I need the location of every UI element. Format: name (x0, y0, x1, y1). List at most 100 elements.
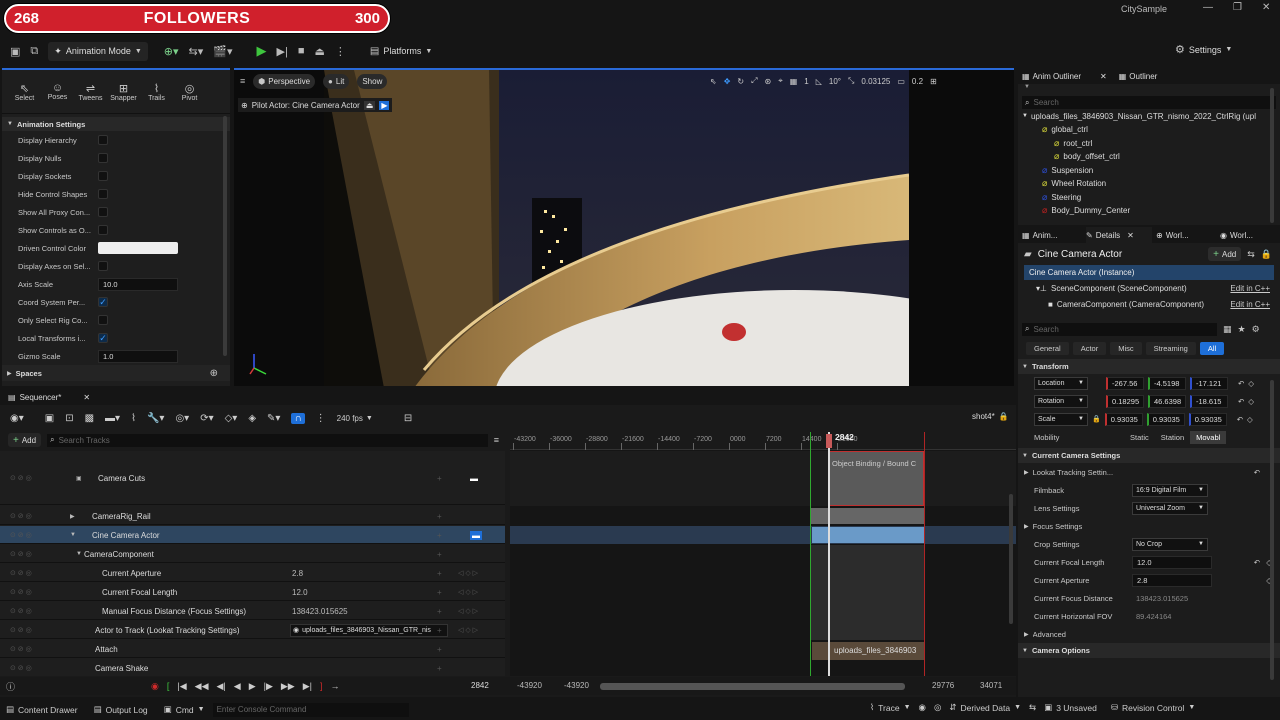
setting-value[interactable]: 10.0 (98, 277, 178, 291)
record-icon[interactable]: ◉ (151, 681, 159, 692)
checkbox[interactable] (98, 135, 108, 145)
camera-options-header[interactable]: ▼ Camera Options (1018, 643, 1280, 658)
mobility-option[interactable]: Static (1124, 431, 1155, 444)
mode-dropdown[interactable]: ✦ Animation Mode ▼ (48, 41, 148, 61)
checkbox[interactable] (98, 153, 108, 163)
viewport-menu-icon[interactable]: ≡ (240, 76, 245, 86)
key-nav-icon[interactable]: ◁ ◇ ▷ (458, 607, 478, 615)
curve-editor-icon[interactable]: ⌇ (131, 413, 136, 424)
mobility-option[interactable]: Station (1155, 431, 1190, 444)
settings-dropdown[interactable]: ⚙ Settings ▼ (1175, 43, 1232, 56)
outliner-item[interactable]: ⌀ global_ctrl (1018, 123, 1280, 137)
track-expander-icon[interactable]: ▣ (76, 475, 82, 482)
sync-icon[interactable]: ⇆ (1029, 702, 1036, 713)
source-control-icon[interactable]: ⧉ (30, 45, 38, 58)
camera-toggle-icon[interactable]: ▬ (470, 530, 482, 540)
track-row[interactable]: ⊙ ⊘ ◎ Current Focal Length 12.0 + ◁ ◇ ▷ (0, 583, 505, 601)
scale-snap-value[interactable]: 0.03125 (861, 77, 890, 86)
close-icon[interactable]: ✕ (1100, 72, 1107, 81)
track-value[interactable]: 138423.015625 (292, 607, 348, 616)
timeline-scrollbar[interactable] (1009, 494, 1013, 624)
track-controls-icon[interactable]: ⊙ ⊘ ◎ (10, 550, 32, 558)
close-icon[interactable]: ✕ (1127, 231, 1134, 240)
render-movie-icon[interactable]: ▩ (85, 413, 94, 424)
track-value[interactable]: 12.0 (292, 588, 308, 597)
auto-key-icon[interactable]: ◈ (248, 413, 256, 424)
filter-general[interactable]: General (1026, 341, 1069, 355)
maximize-icon[interactable]: ❐ (1233, 2, 1242, 13)
track-row[interactable]: ⊙ ⊘ ◎ Manual Focus Distance (Focus Settin… (0, 602, 505, 620)
jump-end-icon[interactable]: ▶| (303, 681, 312, 692)
instance-row[interactable]: Cine Camera Actor (Instance) (1024, 265, 1274, 280)
cmd-dropdown[interactable]: ▣ Cmd ▼ (164, 704, 205, 715)
track-controls-icon[interactable]: ⊙ ⊘ ◎ (10, 626, 32, 634)
checkbox[interactable] (98, 189, 108, 199)
console-input[interactable]: Enter Console Command (212, 702, 409, 717)
reset-icon[interactable]: ↶ (1254, 558, 1260, 567)
spaces-header[interactable]: ▶ Spaces ⊕ (2, 365, 230, 381)
star-icon[interactable]: ★ (1238, 324, 1246, 335)
range-end-view[interactable]: 29776 (932, 681, 954, 690)
tab-outliner[interactable]: ▦ Outliner (1119, 72, 1158, 81)
content-drawer-button[interactable]: ▤ Content Drawer (6, 704, 78, 715)
minimize-icon[interactable]: — (1203, 2, 1213, 13)
more-options-icon[interactable]: ⋮ (335, 45, 346, 58)
filter-actor[interactable]: Actor (1072, 341, 1107, 355)
edit-cpp-link[interactable]: Edit in C++ (1230, 284, 1270, 293)
filter-streaming[interactable]: Streaming (1145, 341, 1196, 355)
rotation-x-field[interactable]: 0.18295 (1106, 394, 1144, 408)
anim-settings-header[interactable]: ▼ Animation Settings (2, 117, 230, 131)
location-y-field[interactable]: -4.5198 (1148, 376, 1186, 390)
world-icon[interactable]: ◉▾ (10, 413, 24, 424)
checkbox[interactable] (98, 171, 108, 181)
scale-y-field[interactable]: 0.93035 (1146, 412, 1185, 426)
add-content-icon[interactable]: ⊕▾ (164, 45, 179, 58)
add-key-icon[interactable]: + (437, 626, 442, 635)
camera-toggle-icon[interactable]: ▬ (470, 474, 478, 483)
rotation-snap-value[interactable]: 10° (829, 77, 841, 86)
filter-icon[interactable]: ≡ (494, 435, 499, 445)
outliner-item[interactable]: ⌀ root_ctrl (1018, 137, 1280, 151)
camera-lock-icon[interactable]: ▶ (379, 100, 390, 110)
jump-start-icon[interactable]: |◀ (177, 681, 186, 692)
fps-dropdown[interactable]: 240 fps ▼ (337, 414, 373, 423)
camera-speed-value[interactable]: 0.2 (912, 77, 923, 86)
camera-icon[interactable]: ▬▾ (105, 413, 120, 424)
camera-setting-value[interactable]: 12.0 (1132, 555, 1212, 569)
location-x-field[interactable]: -267.56 (1106, 376, 1144, 390)
checked-checkbox[interactable]: ✓ (98, 333, 108, 343)
keyframe-icon[interactable]: ◇ (1248, 379, 1254, 388)
camera-setting-dropdown[interactable]: Universal Zoom ▼ (1132, 501, 1208, 515)
edit-cpp-link[interactable]: Edit in C++ (1230, 300, 1270, 309)
track-controls-icon[interactable]: ⊙ ⊘ ◎ (10, 645, 32, 653)
tool-snapper[interactable]: ⊞ Snapper (107, 82, 140, 102)
range-start[interactable]: -43920 (517, 681, 542, 690)
grid-snap-value[interactable]: 1 (804, 77, 808, 86)
tool-tweens[interactable]: ⇌ Tweens (74, 82, 107, 102)
current-frame-readout[interactable]: 2842 (471, 681, 489, 690)
expand-icon[interactable]: ▶ (1024, 469, 1029, 476)
stop-icon[interactable]: ■ (298, 45, 305, 57)
component-row[interactable]: ■ CameraComponent (CameraComponent) Edit i… (1018, 296, 1280, 312)
grid-snap-icon[interactable]: ▦ (790, 77, 798, 86)
track-row[interactable]: ⊙ ⊘ ◎ ▼ Cine Camera Actor + ▬ (0, 526, 505, 544)
scale-snap-icon[interactable]: ⤡ (848, 76, 854, 86)
checkbox[interactable] (98, 207, 108, 217)
outliner-item[interactable]: ⌀ Steering (1018, 191, 1280, 205)
track-controls-icon[interactable]: ⊙ ⊘ ◎ (10, 569, 32, 577)
key-nav-icon[interactable]: ◁ ◇ ▷ (458, 588, 478, 596)
keyframe-icon[interactable]: ◇ (1248, 397, 1254, 406)
filter-all[interactable]: All (1199, 341, 1225, 355)
rotate-icon[interactable]: ↻ (737, 77, 744, 86)
component-row[interactable]: ▾⊥ SceneComponent (SceneComponent) Edit in… (1018, 280, 1280, 296)
play-icon[interactable]: ▶ (257, 43, 267, 59)
show-button[interactable]: Show (357, 73, 388, 89)
add-key-icon[interactable]: + (437, 474, 442, 483)
gear-icon[interactable]: ⚙ (1252, 324, 1260, 335)
outliner-root[interactable]: ▼ uploads_files_3846903_Nissan_GTR_nismo… (1018, 109, 1280, 123)
rotation-y-field[interactable]: 46.6398 (1148, 394, 1186, 408)
expand-icon[interactable]: ▶ (1024, 523, 1029, 530)
step-icon[interactable]: ▶| (277, 45, 288, 58)
details-tab[interactable]: ◉ Worl... (1220, 231, 1280, 240)
rotation-z-field[interactable]: -18.615 (1190, 394, 1228, 408)
